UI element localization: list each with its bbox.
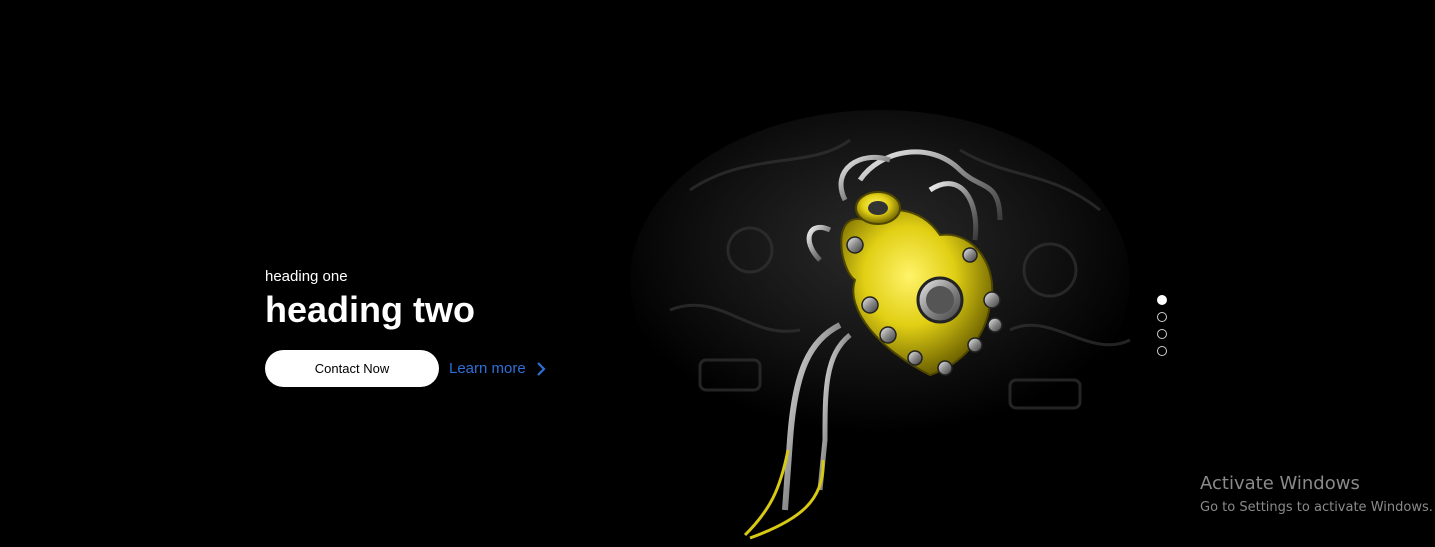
chevron-right-icon <box>535 361 547 376</box>
slider-dot-1[interactable] <box>1157 295 1167 305</box>
mechanical-heart-image <box>630 110 1150 547</box>
watermark-title: Activate Windows <box>1200 473 1360 494</box>
learn-more-label: Learn more <box>449 360 526 377</box>
watermark-subtitle: Go to Settings to activate Windows. <box>1200 500 1433 515</box>
learn-more-link[interactable]: Learn more <box>449 360 547 377</box>
slider-dot-2[interactable] <box>1157 312 1167 322</box>
hero-section: heading one heading two Contact Now Lear… <box>0 0 1435 547</box>
slider-pagination <box>1157 295 1167 356</box>
hero-actions: Contact Now Learn more <box>265 350 547 387</box>
contact-now-button[interactable]: Contact Now <box>265 350 439 387</box>
slider-dot-3[interactable] <box>1157 329 1167 339</box>
hero-content: heading one heading two Contact Now Lear… <box>265 268 547 387</box>
slider-dot-4[interactable] <box>1157 346 1167 356</box>
activate-windows-watermark: Activate Windows Go to Settings to activ… <box>1200 473 1433 517</box>
hero-subheading: heading one <box>265 268 348 285</box>
hero-heading: heading two <box>265 289 475 330</box>
